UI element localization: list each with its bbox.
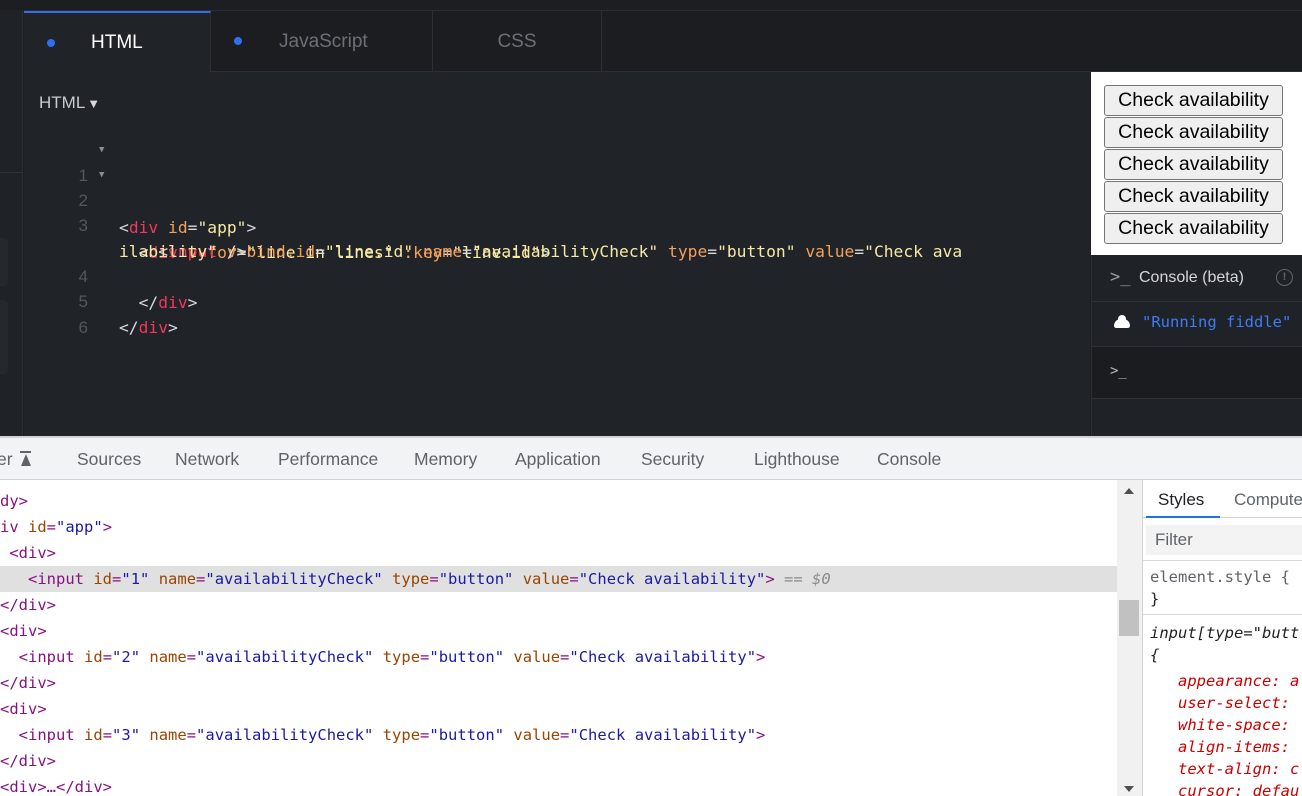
console-header[interactable]: >_ Console (beta) ! <box>1092 255 1302 302</box>
scroll-down-arrow-icon[interactable] <box>1124 786 1134 792</box>
language-select[interactable]: HTML ▼ <box>39 93 100 113</box>
console-message-text: "Running fiddle" <box>1142 313 1292 331</box>
dom-node[interactable]: <div> <box>0 540 1117 566</box>
sidebar-handle[interactable] <box>0 238 8 286</box>
active-tab-indicator <box>1146 516 1220 518</box>
dom-node-selected[interactable]: <input id="1" name="availabilityCheck" t… <box>0 566 1117 592</box>
dom-node[interactable]: dy> <box>0 488 1117 514</box>
console-input[interactable]: >_ <box>1092 347 1302 399</box>
styles-tabbar: Styles Compute <box>1143 480 1302 518</box>
code-line-wrap: ilability" /> <box>24 213 246 261</box>
dom-tree-scrollbar[interactable] <box>1117 480 1142 796</box>
scrollbar-thumb[interactable] <box>1119 600 1139 636</box>
code-line: 3 <input v-bind:id="line.id" name="avail… <box>24 187 963 261</box>
modified-dot-icon <box>234 37 242 45</box>
style-property[interactable]: text-align: c <box>1178 758 1299 780</box>
tab-console[interactable]: Console <box>877 449 941 470</box>
divider <box>1143 560 1302 561</box>
code-text: <div id="app"> <box>119 218 257 237</box>
style-property[interactable]: user-select: <box>1178 692 1290 714</box>
style-property[interactable]: align-items: <box>1178 736 1290 758</box>
code-line: 6 <box>24 289 122 337</box>
check-availability-button[interactable]: Check availability <box>1104 117 1283 148</box>
tab-security[interactable]: Security <box>641 449 704 470</box>
editor-tabbar: HTML JavaScript CSS <box>24 10 1302 73</box>
dom-node[interactable]: <input id="3" name="availabilityCheck" t… <box>0 722 1117 748</box>
style-property[interactable]: cursor: defau <box>1178 780 1299 796</box>
styles-pane: Styles Compute Filter element.style { } … <box>1142 480 1302 796</box>
dom-node[interactable]: </div> <box>0 670 1117 696</box>
fiddle-workspace: HTML JavaScript CSS HTML ▼ 1 ▼ <div id="… <box>0 0 1302 436</box>
dom-node[interactable]: </div> <box>0 748 1117 774</box>
tab-memory[interactable]: Memory <box>414 449 477 470</box>
code-text: </div> <box>119 318 178 337</box>
terminal-icon: >_ <box>1110 267 1131 287</box>
cloud-icon <box>1114 315 1130 328</box>
tab-javascript[interactable]: JavaScript <box>211 11 433 72</box>
devtools-panel: er Sources Network Performance Memory Ap… <box>0 436 1302 796</box>
dom-node[interactable]: <input id="2" name="availabilityCheck" t… <box>0 644 1117 670</box>
style-property[interactable]: white-space: <box>1178 714 1290 736</box>
check-availability-button[interactable]: Check availability <box>1104 181 1283 212</box>
code-text: </div> <box>138 293 198 312</box>
tab-performance[interactable]: Performance <box>278 449 378 470</box>
modified-dot-icon <box>47 39 55 47</box>
sidebar-handle[interactable] <box>0 300 8 374</box>
styles-filter-input[interactable]: Filter <box>1146 525 1302 555</box>
code-editor[interactable]: HTML ▼ 1 ▼ <div id="app"> 2 ▼ <div v-for… <box>24 72 1090 436</box>
tab-html[interactable]: HTML <box>24 11 211 73</box>
dom-node[interactable]: </div> <box>0 592 1117 618</box>
check-availability-button[interactable]: Check availability <box>1104 149 1283 180</box>
fold-arrow-icon[interactable]: ▼ <box>99 137 104 163</box>
code-line: 4 </div> <box>24 238 198 312</box>
tab-elements[interactable]: er <box>0 449 32 470</box>
dom-tree: dy> iv id="app"> <div> <input id="1" nam… <box>0 480 1117 796</box>
element-style-rule[interactable]: element.style { <box>1150 566 1290 588</box>
console-title: Console (beta) <box>1139 269 1244 286</box>
language-select-label: HTML <box>39 93 86 112</box>
tab-label: JavaScript <box>279 30 368 52</box>
open-brace: { <box>1150 646 1160 664</box>
divider <box>1143 614 1302 615</box>
console-message: "Running fiddle" <box>1092 302 1302 347</box>
caret-down-icon: ▼ <box>87 95 101 111</box>
dom-node[interactable]: <div> <box>0 696 1117 722</box>
selected-marker: == $0 <box>784 570 831 588</box>
tab-label: CSS <box>497 30 537 52</box>
console-panel: >_ Console (beta) ! "Running fiddle" >_ <box>1091 255 1302 436</box>
line-number: 6 <box>78 318 88 337</box>
devtools-tabbar: er Sources Network Performance Memory Ap… <box>0 438 1302 480</box>
scroll-up-arrow-icon[interactable] <box>1124 488 1134 494</box>
tab-network[interactable]: Network <box>175 449 239 470</box>
tab-css[interactable]: CSS <box>433 11 602 72</box>
tab-sources[interactable]: Sources <box>77 449 141 470</box>
dom-node[interactable]: iv id="app"> <box>0 514 1117 540</box>
tab-computed[interactable]: Compute <box>1234 490 1302 510</box>
prompt-icon: >_ <box>1110 363 1127 379</box>
check-availability-button[interactable]: Check availability <box>1104 213 1283 244</box>
left-sidebar <box>0 10 23 436</box>
code-text: ilability" /> <box>119 242 247 261</box>
sidebar-divider <box>0 172 23 173</box>
tab-styles[interactable]: Styles <box>1158 490 1204 510</box>
code-line: 5 </div> <box>24 263 178 337</box>
flask-icon <box>19 451 32 466</box>
result-pane: Check availability Check availability Ch… <box>1091 72 1302 255</box>
code-line: 2 ▼ <div v-for="line in lines" :key="lin… <box>24 162 551 262</box>
rule-selector[interactable]: input[type="butt <box>1150 622 1299 644</box>
style-property[interactable]: appearance: a <box>1178 670 1299 692</box>
tab-application[interactable]: Application <box>515 449 601 470</box>
screen: HTML JavaScript CSS HTML ▼ 1 ▼ <div id="… <box>0 0 1302 796</box>
close-brace: } <box>1150 590 1160 608</box>
code-line: 1 ▼ <div id="app"> <box>24 137 257 237</box>
check-availability-button[interactable]: Check availability <box>1104 85 1283 116</box>
fold-arrow-icon[interactable]: ▼ <box>99 162 104 188</box>
dom-node[interactable]: <div> <box>0 618 1117 644</box>
tab-label: HTML <box>91 32 143 53</box>
tab-lighthouse[interactable]: Lighthouse <box>754 449 840 470</box>
dom-node-collapsed[interactable]: <div>…</div> <box>0 774 1117 796</box>
info-icon[interactable]: ! <box>1276 269 1293 286</box>
